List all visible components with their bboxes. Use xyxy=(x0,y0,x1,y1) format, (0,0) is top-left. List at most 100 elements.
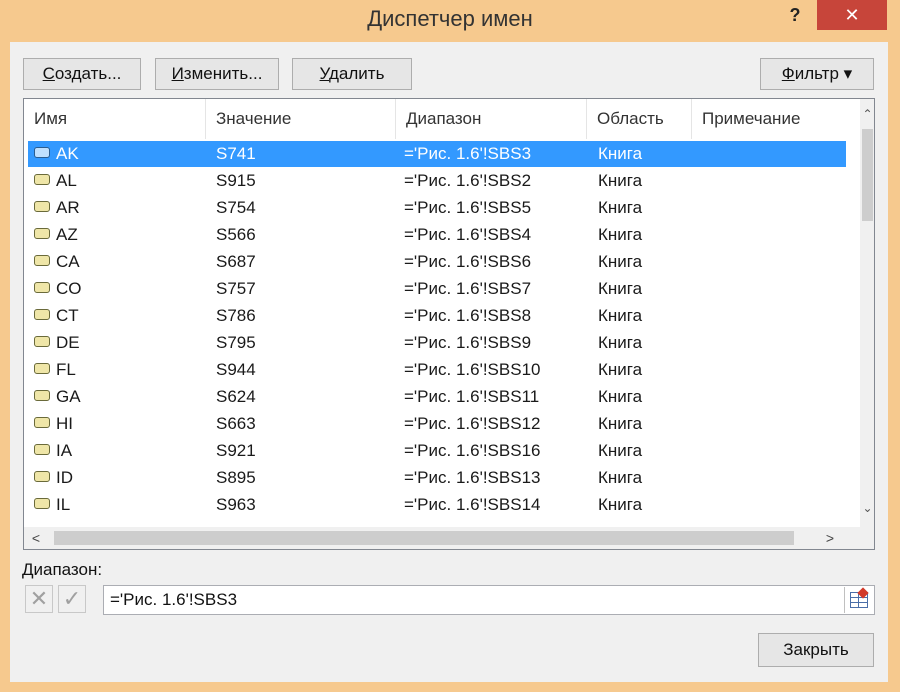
list-item[interactable]: DE S795 ='Рис. 1.6'!SBS9 Книга xyxy=(28,330,846,356)
named-range-icon xyxy=(34,228,50,239)
named-range-icon xyxy=(34,309,50,320)
scope-cell: Книга xyxy=(598,495,643,514)
vertical-scroll-thumb[interactable] xyxy=(862,129,873,221)
named-range-icon xyxy=(34,147,50,158)
name-cell: AZ xyxy=(56,225,78,244)
list-item[interactable]: AL S915 ='Рис. 1.6'!SBS2 Книга xyxy=(28,168,846,194)
list-item[interactable]: GA S624 ='Рис. 1.6'!SBS11 Книга xyxy=(28,384,846,410)
confirm-edit-icon[interactable]: ✓ xyxy=(58,585,86,613)
edit-label-hotkey: И xyxy=(171,64,184,83)
name-manager-window: Диспетчер имен ? ✕ Создать... Изменить..… xyxy=(0,0,900,692)
scope-cell: Книга xyxy=(598,144,643,163)
scope-cell: Книга xyxy=(598,387,643,406)
vertical-scrollbar[interactable]: ⌃ ⌄ xyxy=(860,99,874,549)
range-cell: ='Рис. 1.6'!SBS4 xyxy=(404,225,532,244)
scope-cell: Книга xyxy=(598,306,643,325)
value-cell: S921 xyxy=(216,441,256,460)
list-item[interactable]: CO S757 ='Рис. 1.6'!SBS7 Книга xyxy=(28,276,846,302)
range-cell: ='Рис. 1.6'!SBS3 xyxy=(404,144,532,163)
range-input[interactable]: ='Рис. 1.6'!SBS3 xyxy=(103,585,875,615)
range-cell: ='Рис. 1.6'!SBS16 xyxy=(404,441,541,460)
scope-cell: Книга xyxy=(598,252,643,271)
named-range-icon xyxy=(34,336,50,347)
value-cell: S915 xyxy=(216,171,256,190)
named-range-icon xyxy=(34,255,50,266)
value-cell: S895 xyxy=(216,468,256,487)
cancel-edit-icon[interactable]: ✕ xyxy=(25,585,53,613)
scroll-right-icon[interactable]: > xyxy=(820,527,840,549)
range-picker-button[interactable] xyxy=(844,587,872,613)
create-button[interactable]: Создать... xyxy=(23,58,141,90)
list-item[interactable]: IA S921 ='Рис. 1.6'!SBS16 Книга xyxy=(28,438,846,464)
list-item[interactable]: AZ S566 ='Рис. 1.6'!SBS4 Книга xyxy=(28,222,846,248)
range-cell: ='Рис. 1.6'!SBS9 xyxy=(404,333,532,352)
list-item[interactable]: CT S786 ='Рис. 1.6'!SBS8 Книга xyxy=(28,303,846,329)
named-range-icon xyxy=(34,174,50,185)
scroll-left-icon[interactable]: < xyxy=(26,527,46,549)
named-range-icon xyxy=(34,390,50,401)
column-header-range[interactable]: Диапазон xyxy=(396,99,587,139)
scroll-down-icon[interactable]: ⌄ xyxy=(860,499,874,517)
named-range-icon xyxy=(34,498,50,509)
delete-label: далить xyxy=(329,64,385,83)
names-list[interactable]: Имя Значение Диапазон Область Примечание… xyxy=(23,98,875,550)
value-cell: S944 xyxy=(216,360,256,379)
named-range-icon xyxy=(34,444,50,455)
range-cell: ='Рис. 1.6'!SBS10 xyxy=(404,360,541,379)
scope-cell: Книга xyxy=(598,414,643,433)
list-item[interactable]: FL S944 ='Рис. 1.6'!SBS10 Книга xyxy=(28,357,846,383)
value-cell: S786 xyxy=(216,306,256,325)
window-title: Диспетчер имен xyxy=(367,6,533,31)
help-button[interactable]: ? xyxy=(780,2,810,28)
column-header-name[interactable]: Имя xyxy=(24,99,206,139)
column-header-scope[interactable]: Область xyxy=(587,99,692,139)
delete-button[interactable]: Удалить xyxy=(292,58,412,90)
window-close-button[interactable]: ✕ xyxy=(817,0,887,30)
range-cell: ='Рис. 1.6'!SBS14 xyxy=(404,495,541,514)
range-label: Диапазон: xyxy=(22,560,103,579)
name-cell: IL xyxy=(56,495,71,514)
horizontal-scroll-thumb[interactable] xyxy=(54,531,794,545)
scope-cell: Книга xyxy=(598,333,643,352)
close-button[interactable]: Закрыть xyxy=(758,633,874,667)
named-range-icon xyxy=(34,363,50,374)
column-header-comment[interactable]: Примечание xyxy=(692,99,860,139)
name-cell: CO xyxy=(56,279,82,298)
range-cell: ='Рис. 1.6'!SBS11 xyxy=(404,387,540,406)
horizontal-scrollbar[interactable]: < > xyxy=(24,527,860,549)
scope-cell: Книга xyxy=(598,225,643,244)
list-item[interactable]: AK S741 ='Рис. 1.6'!SBS3 Книга xyxy=(28,141,846,167)
create-label-hotkey: С xyxy=(42,64,55,83)
list-item[interactable]: HI S663 ='Рис. 1.6'!SBS12 Книга xyxy=(28,411,846,437)
column-header-value[interactable]: Значение xyxy=(206,99,396,139)
title-bar[interactable]: Диспетчер имен ? ✕ xyxy=(0,0,900,42)
name-cell: AR xyxy=(56,198,80,217)
value-cell: S754 xyxy=(216,198,256,217)
list-header: Имя Значение Диапазон Область Примечание xyxy=(24,99,860,139)
range-cell: ='Рис. 1.6'!SBS6 xyxy=(404,252,532,271)
range-cell: ='Рис. 1.6'!SBS8 xyxy=(404,306,532,325)
list-item[interactable]: IL S963 ='Рис. 1.6'!SBS14 Книга xyxy=(28,492,846,518)
range-cell: ='Рис. 1.6'!SBS5 xyxy=(404,198,532,217)
edit-button[interactable]: Изменить... xyxy=(155,58,279,90)
scope-cell: Книга xyxy=(598,198,643,217)
range-cell: ='Рис. 1.6'!SBS12 xyxy=(404,414,541,433)
name-cell: HI xyxy=(56,414,73,433)
edit-label: зменить... xyxy=(183,64,263,83)
create-label: оздать... xyxy=(54,64,122,83)
value-cell: S757 xyxy=(216,279,256,298)
name-cell: AL xyxy=(56,171,77,190)
list-item[interactable]: ID S895 ='Рис. 1.6'!SBS13 Книга xyxy=(28,465,846,491)
name-cell: FL xyxy=(56,360,76,379)
name-cell: CA xyxy=(56,252,80,271)
value-cell: S687 xyxy=(216,252,256,271)
list-item[interactable]: AR S754 ='Рис. 1.6'!SBS5 Книга xyxy=(28,195,846,221)
list-item[interactable]: CA S687 ='Рис. 1.6'!SBS6 Книга xyxy=(28,249,846,275)
value-cell: S663 xyxy=(216,414,256,433)
value-cell: S741 xyxy=(216,144,256,163)
scroll-up-icon[interactable]: ⌃ xyxy=(860,105,874,123)
filter-button[interactable]: Фильтр ▾ xyxy=(760,58,874,90)
scope-cell: Книга xyxy=(598,279,643,298)
named-range-icon xyxy=(34,282,50,293)
delete-label-hotkey: У xyxy=(319,64,330,83)
